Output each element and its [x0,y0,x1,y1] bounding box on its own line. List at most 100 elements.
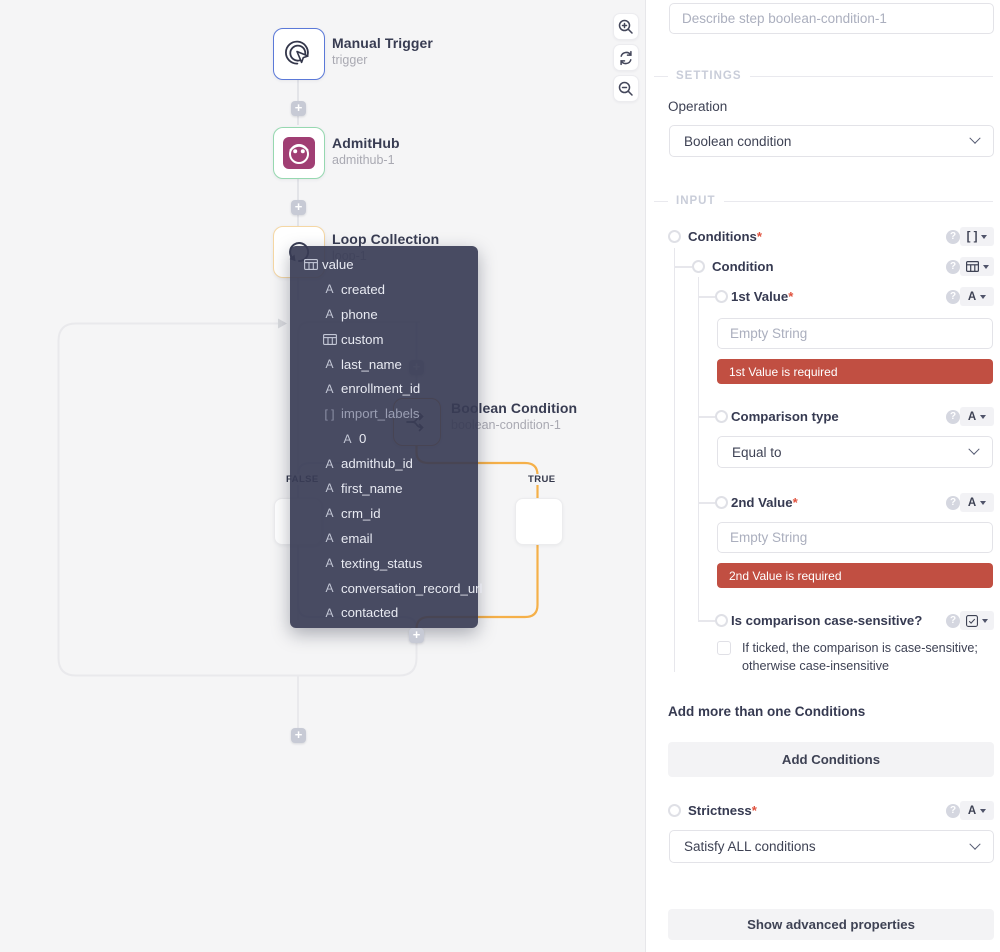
section-rule [654,201,668,202]
dropdown-item[interactable]: A0 [290,426,478,451]
true-branch-node[interactable] [515,498,563,545]
first-value-input[interactable] [717,318,993,349]
array-type-icon: [ ] [321,407,338,421]
chevron-down-icon [969,838,980,849]
add-conditions-button[interactable]: Add Conditions [668,742,994,777]
condition-radio[interactable] [692,260,705,273]
dropdown-item-label: phone [341,307,378,322]
first-value-help-icon[interactable]: ? [946,290,960,304]
case-sensitive-radio[interactable] [715,614,728,627]
workflow-builder-app: Manual Trigger trigger AdmitHub admithub… [0,0,1000,952]
first-value-radio[interactable] [715,290,728,303]
show-advanced-properties-button[interactable]: Show advanced properties [668,909,994,940]
dropdown-item[interactable]: Aadmithub_id [290,451,478,476]
case-sensitive-type-button[interactable] [960,611,994,630]
loop-entry-arrowhead [278,319,287,329]
refresh-icon [617,49,635,67]
string-type-icon: A [968,291,976,303]
required-asterisk: * [752,803,757,818]
dropdown-item[interactable]: Aemail [290,526,478,551]
node-manual-trigger[interactable] [273,28,325,80]
comparison-type-type-button[interactable]: A [960,407,994,426]
first-value-type-button[interactable]: A [960,287,994,306]
tree-guide-dash [698,620,715,622]
string-type-icon: A [321,357,338,371]
comparison-type-select[interactable]: Equal to [717,436,993,468]
add-step-button[interactable]: + [409,628,424,643]
condition-help-icon[interactable]: ? [946,260,960,274]
condition-label: Condition [712,257,774,277]
node-title: Loop Collection [332,232,439,246]
reset-zoom-button[interactable] [613,44,639,71]
table-type-icon [321,334,338,345]
operation-select-value: Boolean condition [684,134,791,149]
strictness-radio[interactable] [668,804,681,817]
dropdown-item[interactable]: Aconversation_record_url [290,576,478,601]
string-type-icon: A [321,282,338,296]
comparison-type-value: Equal to [732,445,782,460]
string-type-icon: A [321,457,338,471]
dropdown-item[interactable]: [ ]import_labels [290,401,478,426]
table-type-icon [302,259,319,270]
manual-trigger-icon [284,39,314,69]
dropdown-item[interactable]: Acrm_id [290,501,478,526]
dropdown-item[interactable]: Aphone [290,302,478,327]
second-value-type-button[interactable]: A [960,493,994,512]
operation-select[interactable]: Boolean condition [669,125,994,157]
add-step-button[interactable]: + [291,200,306,215]
dropdown-item-label: contacted [341,605,398,620]
dropdown-item[interactable]: Aenrollment_id [290,376,478,401]
case-sensitive-help-text: If ticked, the comparison is case-sensit… [742,639,994,675]
conditions-help-icon[interactable]: ? [946,230,960,244]
section-rule [654,76,668,77]
conditions-type-button[interactable]: [ ] [960,227,994,246]
array-type-icon: [ ] [967,231,978,243]
node-subtitle: admithub-1 [332,154,400,167]
strictness-help-icon[interactable]: ? [946,804,960,818]
dropdown-item-label: first_name [341,481,403,496]
dropdown-item-label: crm_id [341,506,381,521]
node-subtitle: trigger [332,54,433,67]
workflow-canvas[interactable]: Manual Trigger trigger AdmitHub admithub… [0,0,645,952]
second-value-help-icon[interactable]: ? [946,496,960,510]
caret-down-icon [980,295,986,299]
dropdown-item[interactable]: Acreated [290,277,478,302]
string-type-icon: A [321,581,338,595]
strictness-type-button[interactable]: A [960,801,994,820]
case-sensitive-label: Is comparison case-sensitive? [731,611,922,631]
second-value-radio[interactable] [715,496,728,509]
describe-step-input[interactable] [669,3,994,34]
second-value-input[interactable] [717,522,993,553]
second-value-error: 2nd Value is required [717,563,993,588]
admithub-icon [282,136,316,170]
dropdown-item[interactable]: Atexting_status [290,551,478,576]
add-step-button[interactable]: + [291,101,306,116]
object-type-icon [966,261,979,272]
dropdown-item-label: import_labels [341,406,419,421]
dropdown-item-label: texting_status [341,556,422,571]
zoom-out-icon [617,80,635,98]
conditions-radio[interactable] [668,230,681,243]
zoom-out-button[interactable] [613,75,639,102]
comparison-type-help-icon[interactable]: ? [946,410,960,424]
data-picker-dropdown: valueAcreatedAphonecustomAlast_nameAenro… [290,246,478,628]
dropdown-item-label: last_name [341,357,402,372]
dropdown-item[interactable]: Afirst_name [290,476,478,501]
add-step-button[interactable]: + [291,728,306,743]
dropdown-item[interactable]: Acontacted [290,600,478,625]
node-admithub[interactable] [273,127,325,179]
case-sensitive-checkbox[interactable] [717,641,731,655]
condition-type-button[interactable] [960,257,994,276]
string-type-icon: A [968,411,976,423]
case-sensitive-help-icon[interactable]: ? [946,614,960,628]
strictness-label: Strictness* [688,801,757,821]
dropdown-item[interactable]: Alast_name [290,352,478,377]
comparison-type-radio[interactable] [715,410,728,423]
zoom-in-button[interactable] [613,13,639,40]
dropdown-item[interactable]: value [290,252,478,277]
tree-guide-dash [698,416,715,418]
dropdown-item[interactable]: custom [290,327,478,352]
string-type-icon: A [321,531,338,545]
string-type-icon: A [339,432,356,446]
strictness-select[interactable]: Satisfy ALL conditions [669,830,994,863]
